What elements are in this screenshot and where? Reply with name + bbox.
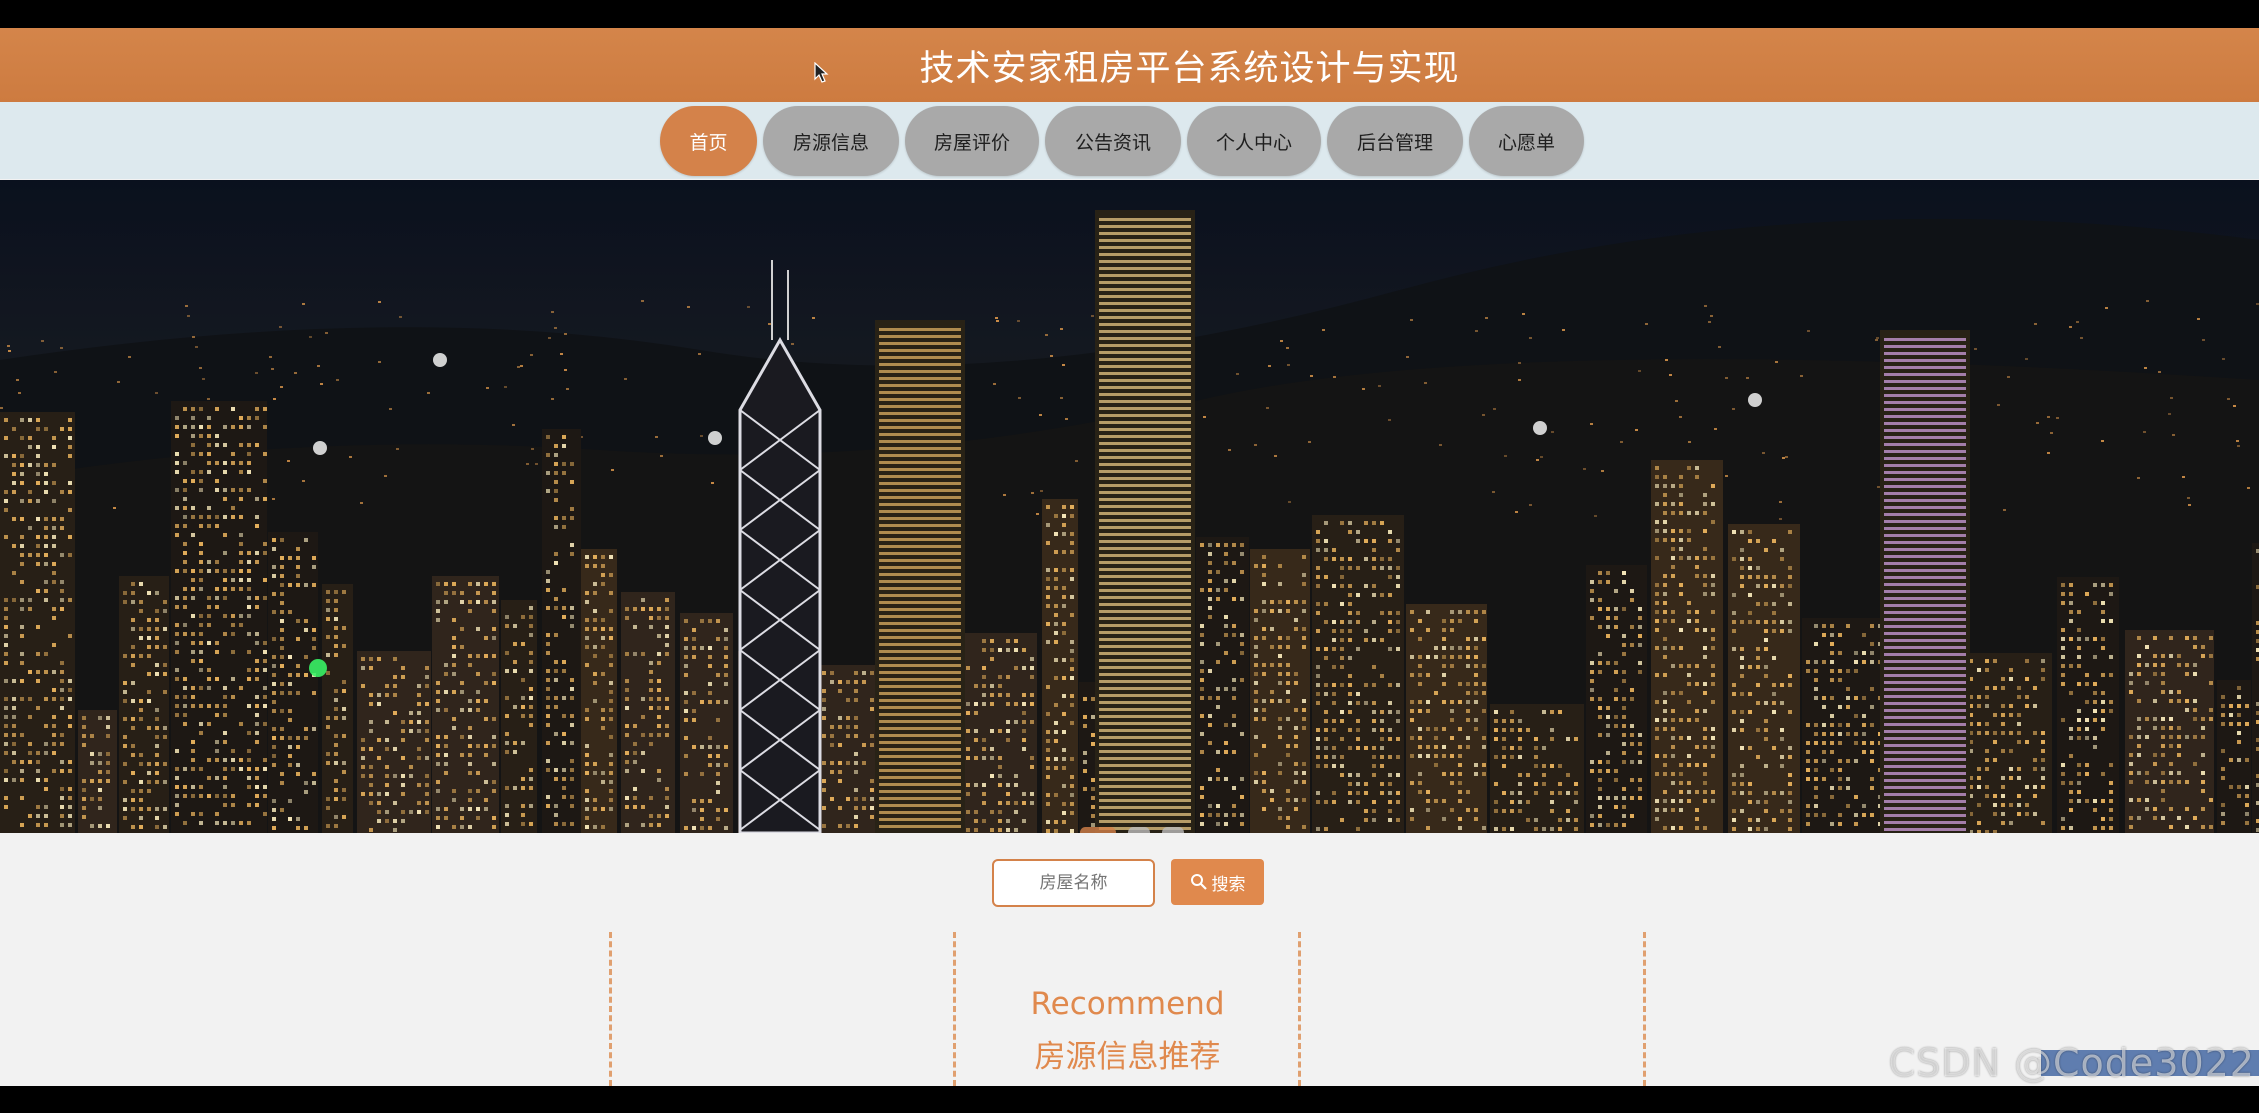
mouse-cursor-icon	[814, 62, 829, 83]
recommend-title-en: Recommend	[1030, 986, 1225, 1022]
nav-item-5[interactable]: 个人中心	[1187, 106, 1321, 176]
nav-item-1[interactable]: 首页	[660, 106, 757, 176]
nav-item-4[interactable]: 公告资讯	[1045, 106, 1181, 176]
nav-list: 首页 房源信息 房屋评价 公告资讯 个人中心 后台管理 心愿单	[660, 106, 1584, 176]
nav-item-2[interactable]: 房源信息	[763, 106, 899, 176]
carousel-indicators	[1080, 827, 1184, 833]
recommend-title-cn: 房源信息推荐	[1034, 1039, 1221, 1075]
search-button[interactable]: 搜索	[1171, 859, 1264, 905]
site-title: 技术安家租房平台系统设计与实现	[919, 49, 1460, 89]
search-button-label: 搜索	[1211, 874, 1246, 895]
house-name-search-input[interactable]	[992, 859, 1155, 907]
carousel-dot-1[interactable]	[1080, 827, 1116, 833]
divider-line	[1643, 932, 1646, 1086]
carousel-dot-3[interactable]	[1162, 827, 1184, 833]
carousel-dot-2[interactable]	[1128, 827, 1150, 833]
search-icon	[1190, 874, 1207, 890]
watermark: CSDN @Code3022	[1888, 1041, 2255, 1085]
nav-item-6[interactable]: 后台管理	[1327, 106, 1463, 176]
divider-line	[609, 932, 612, 1086]
site-header: 技术安家租房平台系统设计与实现	[0, 28, 2259, 102]
city-skyline-image	[0, 180, 2259, 833]
nav-item-3[interactable]: 房屋评价	[905, 106, 1039, 176]
page: 技术安家租房平台系统设计与实现 首页 房源信息 房屋评价 公告资讯 个人中心 后台管理 心愿…	[0, 28, 2259, 1086]
main-nav: 首页 房源信息 房屋评价 公告资讯 个人中心 后台管理 心愿单	[0, 102, 2259, 179]
hero-banner[interactable]	[0, 180, 2259, 833]
nav-item-7[interactable]: 心愿单	[1469, 106, 1584, 176]
